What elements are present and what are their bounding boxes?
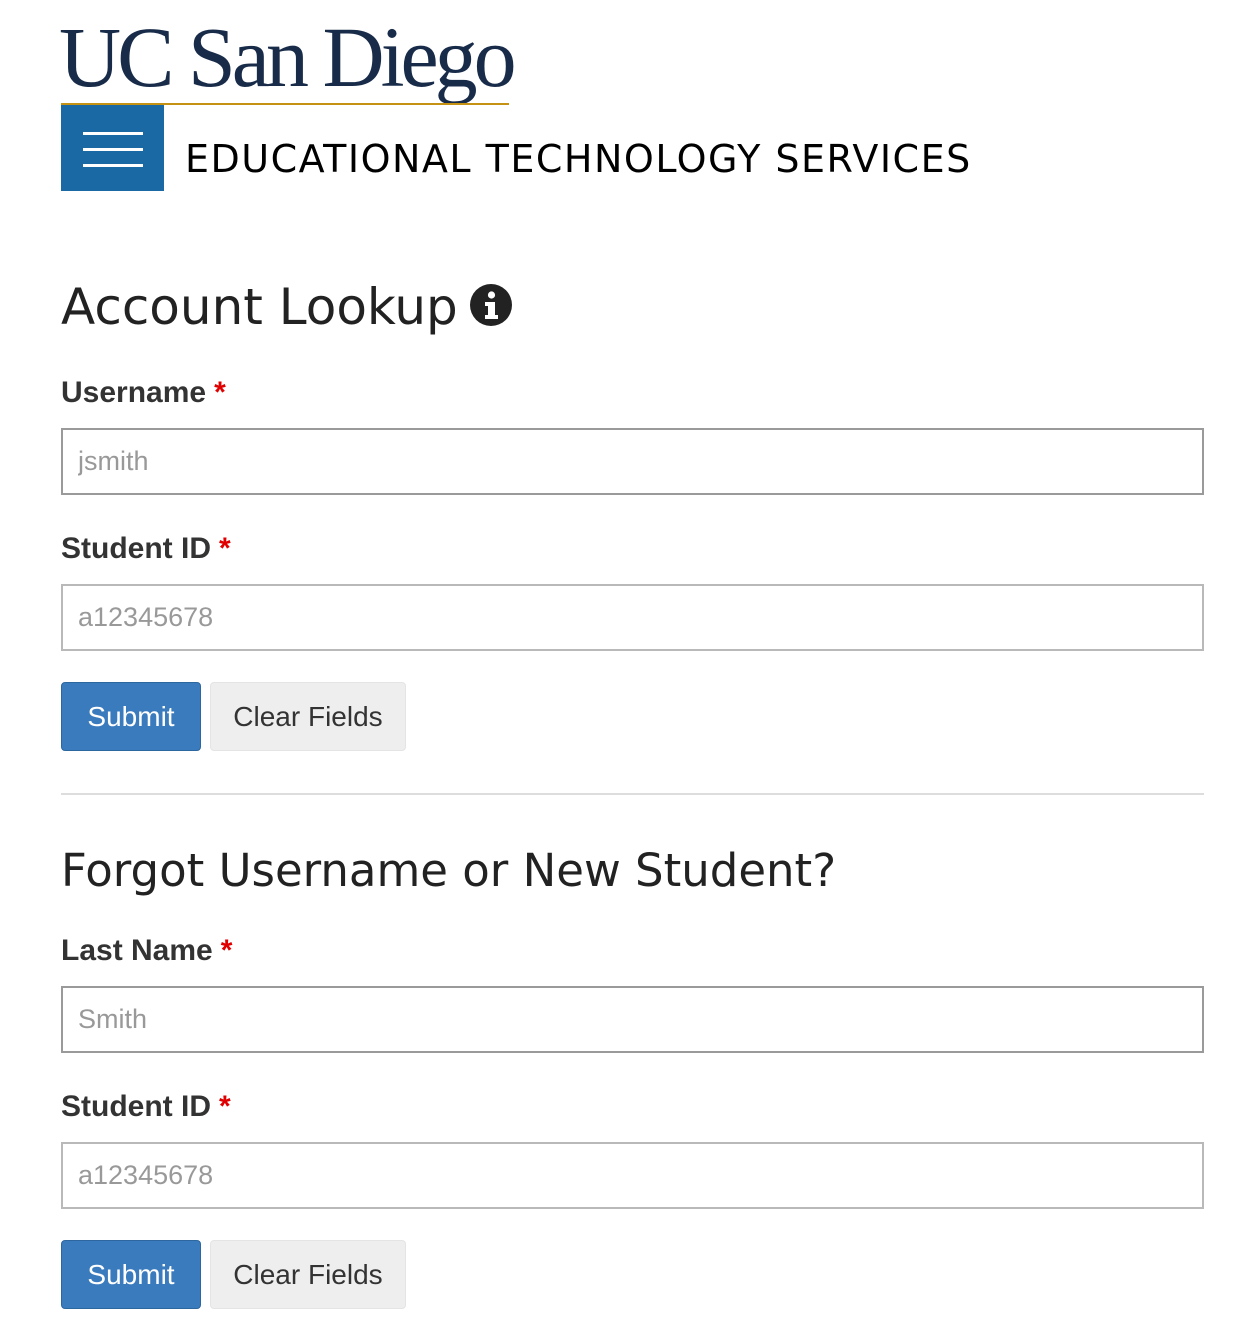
username-label-text: Username (61, 376, 207, 409)
student-id-label-text: Student ID (61, 532, 211, 565)
student-id-input-2[interactable] (61, 1142, 1204, 1209)
student-id-label-text: Student ID (61, 1090, 211, 1123)
last-name-input[interactable] (61, 986, 1204, 1053)
hamburger-menu-icon-bar (83, 164, 143, 167)
info-circle-icon[interactable] (469, 283, 512, 326)
last-name-label-text: Last Name (61, 934, 213, 967)
username-input[interactable] (61, 428, 1204, 495)
student-id-label: Student ID * (61, 1090, 231, 1124)
username-label: Username * (61, 376, 226, 410)
submit-button-2[interactable]: Submit (61, 1240, 201, 1309)
hamburger-menu-button[interactable] (61, 105, 164, 191)
uc-san-diego-logo[interactable]: UC San Diego (59, 9, 517, 106)
student-id-input[interactable] (61, 584, 1204, 651)
required-marker: * (219, 1090, 231, 1123)
required-marker: * (220, 934, 233, 967)
clear-fields-button-2[interactable]: Clear Fields (210, 1240, 406, 1309)
last-name-label: Last Name * (61, 934, 232, 968)
logo-wordmark: UC San Diego (59, 9, 517, 105)
forgot-username-title: Forgot Username or New Student? (61, 844, 837, 897)
site-name[interactable]: EDUCATIONAL TECHNOLOGY SERVICES (185, 137, 972, 181)
hamburger-menu-icon (83, 132, 143, 135)
account-lookup-title: Account Lookup (61, 276, 512, 338)
submit-button[interactable]: Submit (61, 682, 201, 751)
clear-fields-button[interactable]: Clear Fields (210, 682, 406, 751)
hamburger-menu-icon-bar (83, 148, 143, 151)
account-lookup-title-text: Account Lookup (61, 278, 458, 336)
required-marker: * (214, 376, 226, 409)
required-marker: * (219, 532, 231, 565)
section-divider (61, 793, 1204, 795)
student-id-label: Student ID * (61, 532, 231, 566)
